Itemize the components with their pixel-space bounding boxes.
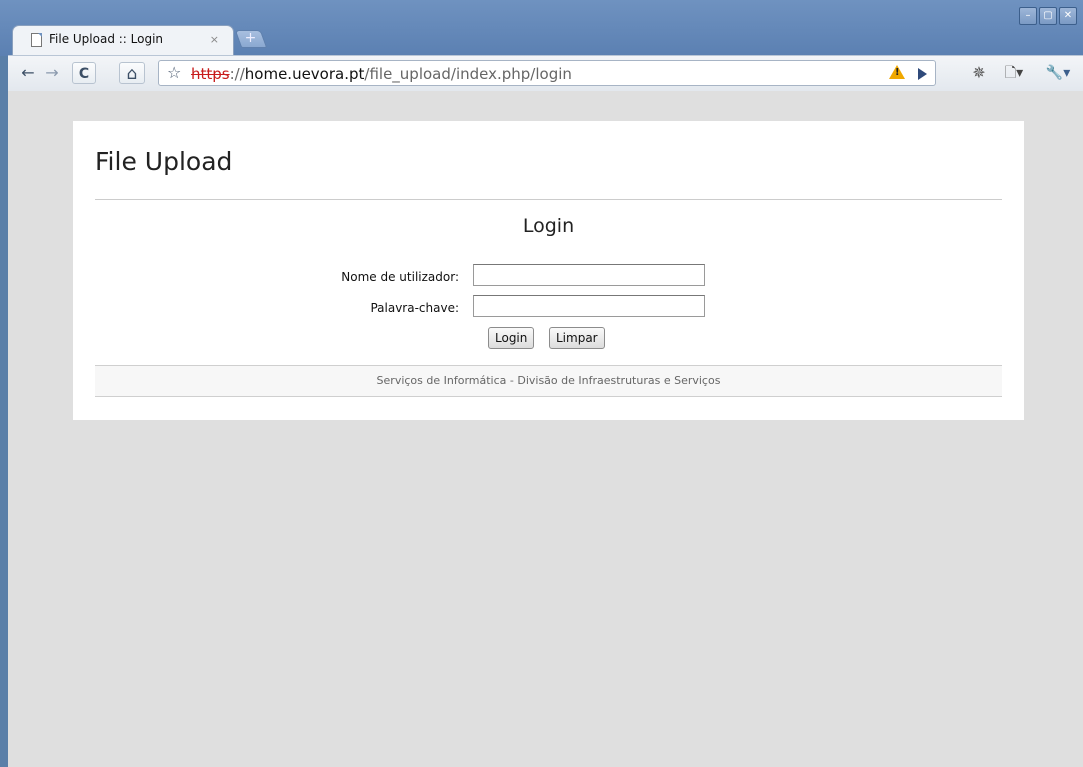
- back-button[interactable]: ←: [18, 62, 38, 84]
- home-button[interactable]: ⌂: [119, 62, 145, 84]
- page-menu-icon[interactable]: 🗋▾: [998, 62, 1030, 84]
- wrench-menu-icon[interactable]: 🔧▾: [1042, 62, 1074, 84]
- url-separator: ://: [229, 65, 245, 83]
- page-title: File Upload: [95, 147, 233, 176]
- forward-button[interactable]: →: [42, 62, 62, 84]
- warning-icon[interactable]: [889, 65, 905, 79]
- reload-button[interactable]: C: [72, 62, 96, 84]
- page-icon: [31, 33, 42, 47]
- browser-toolbar: ← → C ⌂ ☆ https://home.uevora.pt/file_up…: [8, 55, 1083, 91]
- window-controls: – ▢ ✕: [1019, 7, 1077, 25]
- clear-button[interactable]: Limpar: [549, 327, 605, 349]
- window-titlebar: – ▢ ✕ File Upload :: Login × +: [0, 0, 1083, 56]
- url-path: /file_upload/index.php/login: [364, 65, 572, 83]
- username-input[interactable]: [473, 264, 705, 286]
- minimize-button[interactable]: –: [1019, 7, 1037, 25]
- plus-icon: +: [244, 30, 257, 46]
- browser-tab[interactable]: File Upload :: Login ×: [12, 25, 234, 56]
- password-label: Palavra-chave:: [370, 301, 459, 315]
- password-input[interactable]: [473, 295, 705, 317]
- url-scheme: https: [191, 65, 230, 83]
- extension-icon[interactable]: ✵: [968, 62, 990, 84]
- new-tab-button[interactable]: +: [234, 30, 268, 48]
- address-bar[interactable]: ☆ https://home.uevora.pt/file_upload/ind…: [158, 60, 936, 86]
- star-icon[interactable]: ☆: [167, 63, 181, 82]
- login-button[interactable]: Login: [488, 327, 535, 349]
- tab-close-icon[interactable]: ×: [210, 33, 219, 46]
- content-card: File Upload Login Nome de utilizador: Pa…: [73, 121, 1024, 420]
- url-host: home.uevora.pt: [244, 65, 365, 83]
- page-footer: Serviços de Informática - Divisão de Inf…: [95, 365, 1002, 397]
- tab-title: File Upload :: Login: [49, 32, 164, 46]
- page-viewport: File Upload Login Nome de utilizador: Pa…: [8, 91, 1083, 767]
- window-close-button[interactable]: ✕: [1059, 7, 1077, 25]
- login-heading: Login: [522, 215, 575, 237]
- title-divider: [95, 199, 1002, 200]
- url-text: https://home.uevora.pt/file_upload/index…: [191, 65, 572, 83]
- username-label: Nome de utilizador:: [341, 270, 459, 284]
- maximize-button[interactable]: ▢: [1039, 7, 1057, 25]
- play-icon[interactable]: [918, 68, 927, 80]
